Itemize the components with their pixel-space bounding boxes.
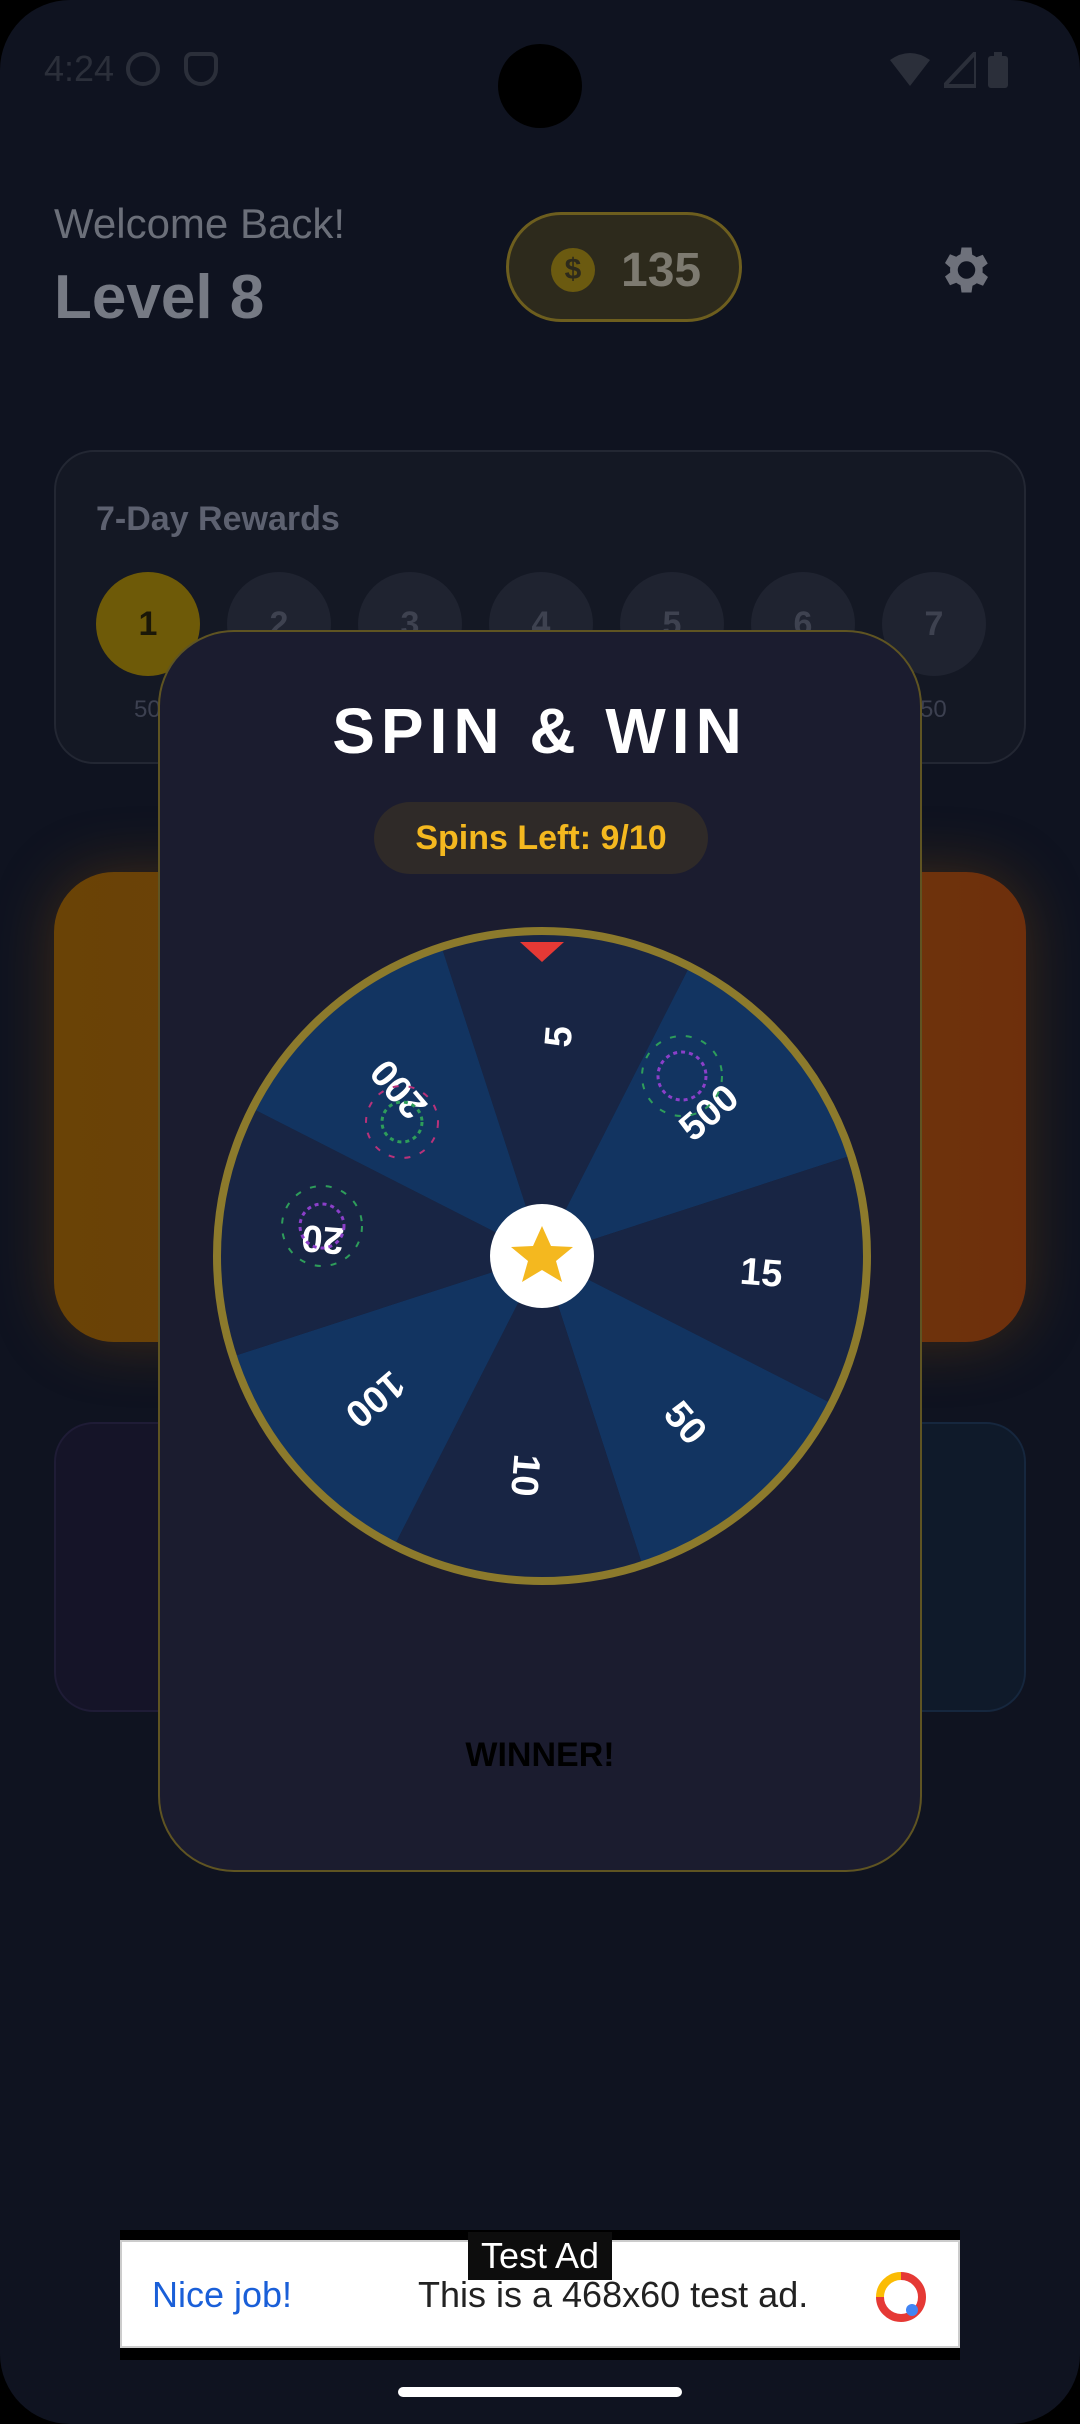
dialog-title: SPIN & WIN — [332, 695, 748, 767]
test-ad-label: Test Ad — [468, 2232, 612, 2280]
gear-icon[interactable] — [934, 240, 994, 300]
wheel-segment-label: 15 — [739, 1251, 784, 1296]
ad-logo-icon — [876, 2272, 926, 2322]
coin-icon: $ — [551, 248, 595, 292]
info-icon — [126, 52, 160, 86]
app-screen: 4:24 Welcome Back! Level 8 $ 135 7-Day R… — [0, 0, 1080, 2424]
spins-left-badge: Spins Left: 9/10 — [374, 802, 708, 874]
wifi-icon — [890, 53, 930, 86]
status-time: 4:24 — [44, 48, 115, 89]
battery-icon — [988, 52, 1008, 88]
home-indicator[interactable] — [398, 2387, 682, 2397]
ad-message: This is a 468x60 test ad. — [418, 2274, 809, 2315]
reward-day-7-amount: 50 — [920, 696, 947, 723]
prize-wheel[interactable]: 5 500 15 50 10 100 20 200 — [212, 926, 872, 1586]
spin-dialog: SPIN & WIN Spins Left: 9/10 5 500 15 50 10 10… — [158, 630, 922, 1872]
reward-day-1-amount: 50 — [134, 696, 161, 723]
coin-count: 135 — [621, 244, 702, 297]
welcome-text: Welcome Back! — [54, 200, 345, 247]
wheel-segment-label: 5 — [537, 1024, 581, 1048]
rewards-title: 7-Day Rewards — [96, 500, 340, 538]
camera-cutout — [498, 44, 582, 128]
wheel-segment-label: 20 — [300, 1216, 345, 1261]
winner-text: WINNER! — [465, 1736, 615, 1774]
shield-icon — [184, 52, 218, 86]
level-title: Level 8 — [54, 263, 265, 332]
prize-wheel-graphic: 550015501010020200 — [213, 927, 871, 1585]
ad-cta[interactable]: Nice job! — [152, 2274, 292, 2316]
wheel-segment-label: 10 — [502, 1453, 547, 1498]
coin-balance[interactable]: $ 135 — [506, 212, 742, 322]
signal-icon — [944, 52, 976, 88]
